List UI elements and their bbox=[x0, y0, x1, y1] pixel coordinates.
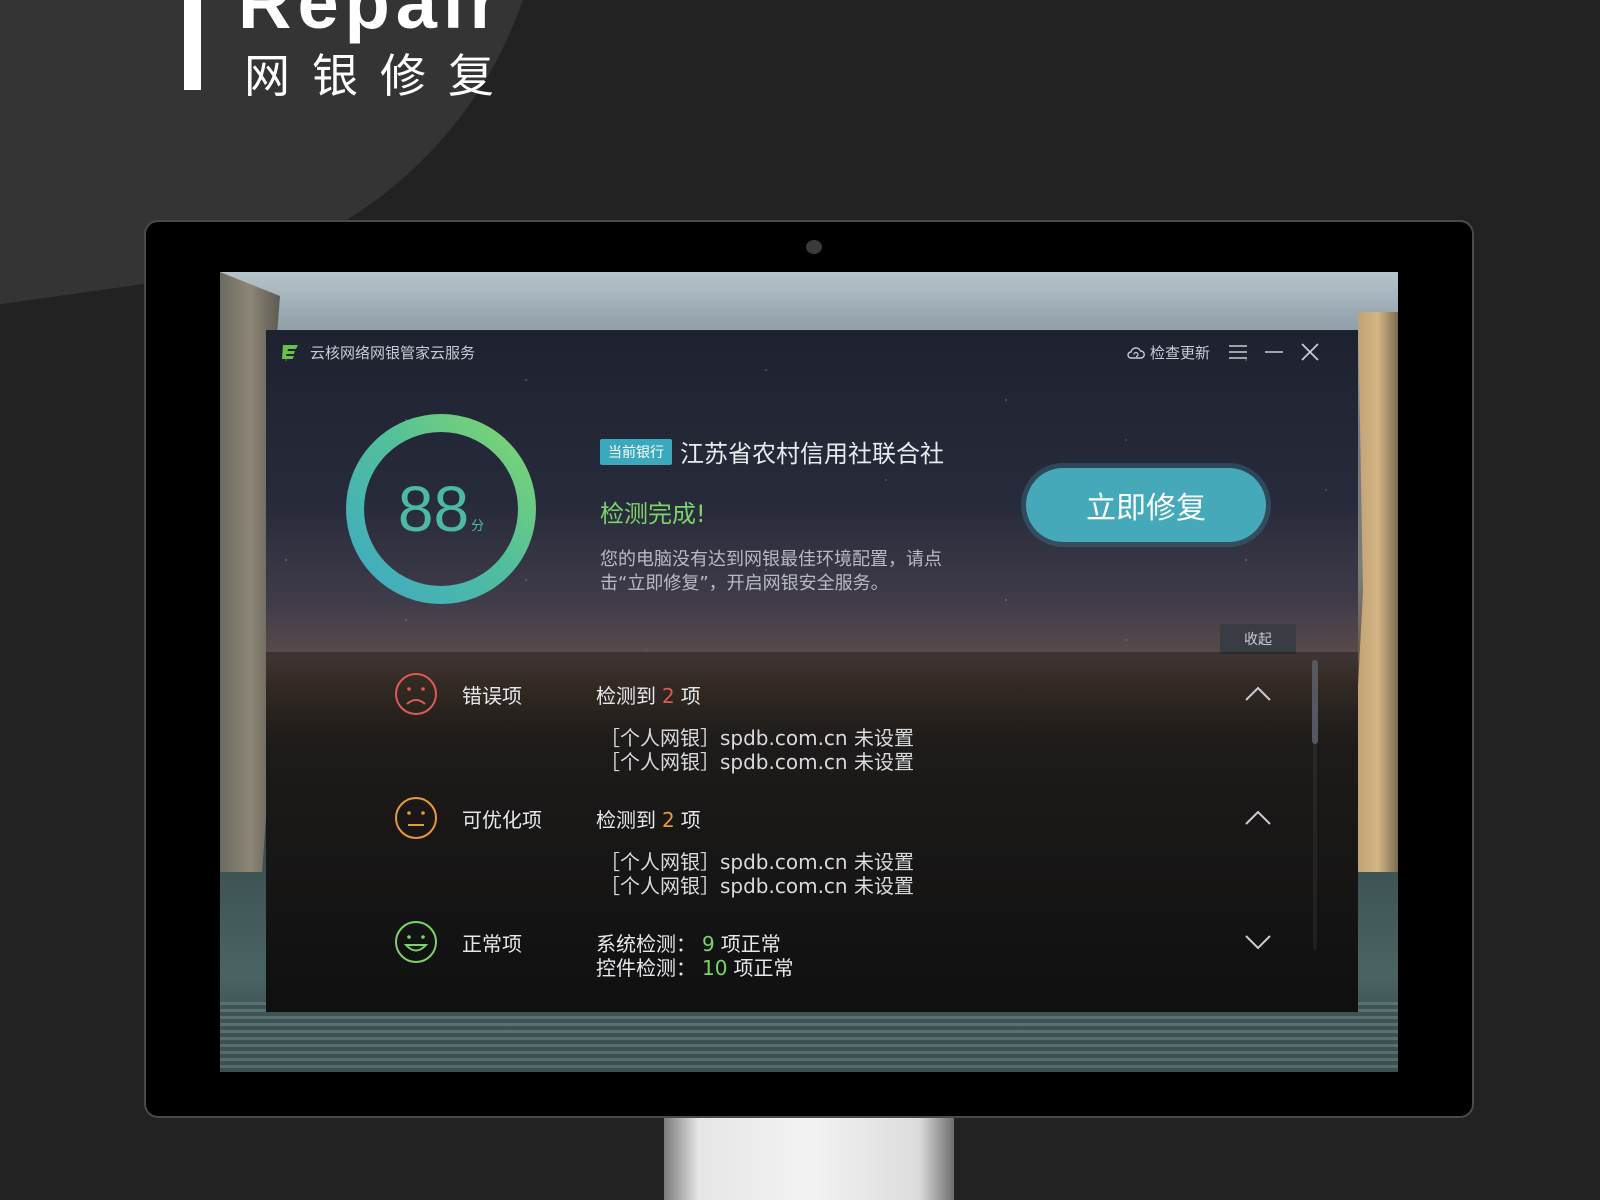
chevron-up-icon[interactable] bbox=[1244, 684, 1272, 702]
chevron-down-icon[interactable] bbox=[1244, 934, 1272, 952]
minimize-button[interactable] bbox=[1262, 340, 1286, 364]
cloud-refresh-icon bbox=[1127, 346, 1145, 359]
current-bank: 当前银行 江苏省农村信用社联合社 bbox=[600, 434, 944, 469]
bank-name: 江苏省农村信用社联合社 bbox=[680, 440, 944, 468]
optimize-section-label: 可优化项 bbox=[462, 808, 542, 832]
scan-status-description: 您的电脑没有达到网银最佳环境配置，请点击“立即修复”，开启网银安全服务。 bbox=[600, 549, 942, 594]
title-bar: 云核网络网银管家云服务 检查更新 bbox=[266, 330, 1358, 374]
menu-button[interactable] bbox=[1226, 340, 1250, 364]
optimize-count-suffix: 项 bbox=[680, 808, 701, 832]
hero-title-cn: 网银修复 bbox=[244, 49, 516, 103]
control-check-summary: 控件检测： 10 项正常 bbox=[596, 952, 793, 981]
optimize-count-prefix: 检测到 bbox=[596, 808, 656, 832]
chevron-up-icon[interactable] bbox=[1244, 808, 1272, 826]
hero-accent-bar bbox=[184, 0, 201, 90]
close-button[interactable] bbox=[1298, 340, 1322, 364]
desktop-screen: 云核网络网银管家云服务 检查更新 88 分 当前银行 江苏省农村信用社联合社 检… bbox=[220, 272, 1398, 1072]
smile-face-icon bbox=[395, 921, 437, 963]
control-check-count: 10 bbox=[702, 956, 728, 980]
repair-now-button[interactable]: 立即修复 bbox=[1026, 468, 1266, 542]
score-unit: 分 bbox=[471, 518, 485, 534]
scan-status-title: 检测完成! bbox=[600, 500, 706, 528]
error-item: ［个人网银］spdb.com.cn 未设置 bbox=[600, 726, 914, 750]
optimize-item: ［个人网银］spdb.com.cn 未设置 bbox=[600, 850, 914, 874]
score-readout: 88 分 bbox=[344, 412, 538, 606]
collapse-button[interactable]: 收起 bbox=[1220, 624, 1296, 654]
error-count: 检测到 2 项 bbox=[596, 680, 701, 709]
error-item: ［个人网银］spdb.com.cn 未设置 bbox=[600, 750, 914, 774]
error-section-label: 错误项 bbox=[462, 684, 522, 708]
current-bank-badge: 当前银行 bbox=[600, 438, 672, 465]
optimize-item: ［个人网银］spdb.com.cn 未设置 bbox=[600, 874, 914, 898]
close-icon bbox=[1301, 343, 1319, 361]
app-logo-icon bbox=[282, 345, 298, 359]
error-count-suffix: 项 bbox=[680, 684, 701, 708]
hero-title-en: Repair bbox=[238, 0, 505, 44]
score-gauge: 88 分 bbox=[344, 412, 538, 606]
monitor-stand bbox=[664, 1118, 954, 1200]
app-window: 云核网络网银管家云服务 检查更新 88 分 当前银行 江苏省农村信用社联合社 检… bbox=[266, 330, 1358, 1012]
app-title: 云核网络网银管家云服务 bbox=[310, 344, 476, 362]
scrollbar-thumb[interactable] bbox=[1312, 660, 1318, 744]
optimize-count-value: 2 bbox=[662, 808, 675, 832]
camera-dot bbox=[806, 240, 822, 254]
optimize-count: 检测到 2 项 bbox=[596, 804, 701, 833]
error-count-value: 2 bbox=[662, 684, 675, 708]
check-update-label: 检查更新 bbox=[1150, 344, 1211, 362]
normal-section-label: 正常项 bbox=[462, 932, 522, 956]
neutral-face-icon bbox=[395, 797, 437, 839]
menu-icon bbox=[1229, 345, 1247, 359]
monitor-frame: 云核网络网银管家云服务 检查更新 88 分 当前银行 江苏省农村信用社联合社 检… bbox=[144, 220, 1474, 1118]
error-count-prefix: 检测到 bbox=[596, 684, 656, 708]
sad-face-icon bbox=[395, 673, 437, 715]
control-check-prefix: 控件检测： bbox=[596, 956, 696, 980]
check-update-button[interactable]: 检查更新 bbox=[1126, 342, 1210, 363]
score-value: 88 bbox=[397, 473, 470, 545]
control-check-suffix: 项正常 bbox=[733, 956, 794, 980]
wallpaper-water bbox=[220, 1002, 1398, 1072]
minimize-icon bbox=[1265, 351, 1283, 353]
